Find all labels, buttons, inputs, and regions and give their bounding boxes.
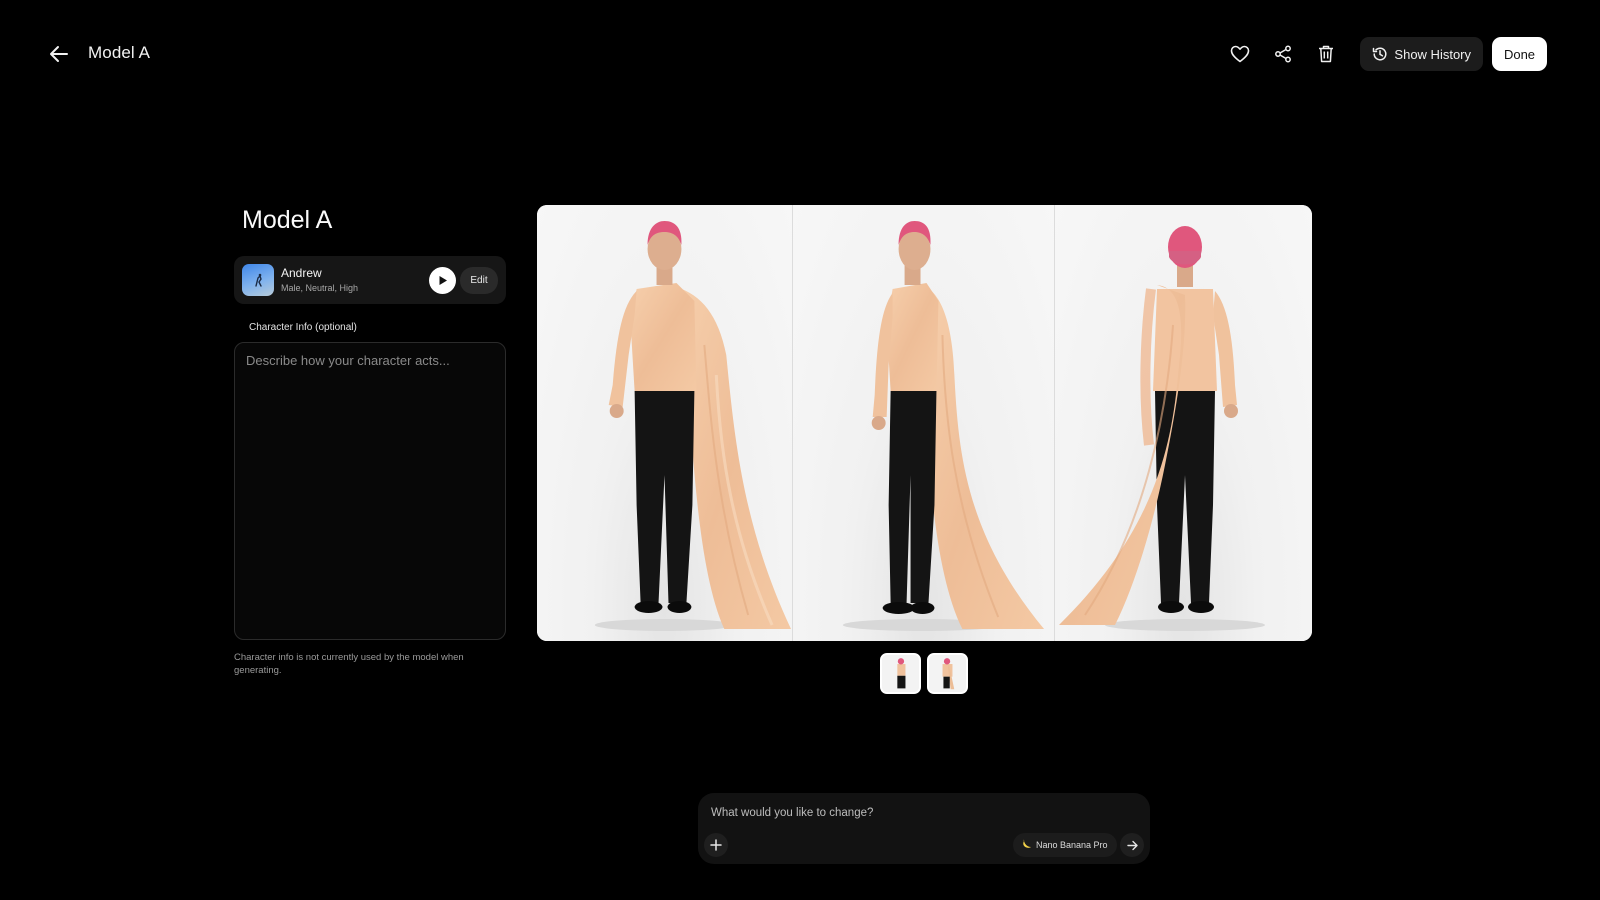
- history-icon: [1373, 47, 1387, 61]
- top-bar: Model A Show History Done: [0, 0, 1600, 108]
- done-button[interactable]: Done: [1492, 37, 1547, 71]
- model-selector[interactable]: Nano Banana Pro: [1013, 833, 1117, 857]
- play-icon: [439, 276, 447, 285]
- prompt-box: Nano Banana Pro: [698, 793, 1150, 864]
- prompt-input[interactable]: [711, 803, 1131, 823]
- thumbnail-2[interactable]: [927, 653, 968, 694]
- favorite-button[interactable]: [1223, 37, 1257, 71]
- delete-button[interactable]: [1309, 37, 1343, 71]
- share-icon: [1275, 45, 1292, 63]
- pose-side-image: [793, 205, 1055, 641]
- voice-avatar: [242, 264, 274, 296]
- character-info-note: Character info is not currently used by …: [234, 652, 464, 676]
- edit-voice-button[interactable]: Edit: [460, 267, 498, 294]
- show-history-button[interactable]: Show History: [1360, 37, 1483, 71]
- model-chip-label: Nano Banana Pro: [1036, 840, 1108, 850]
- heart-icon: [1231, 45, 1250, 63]
- back-button[interactable]: [44, 40, 74, 68]
- page-title: Model A: [88, 43, 151, 62]
- panel-title: Model A: [242, 206, 333, 234]
- trash-icon: [1319, 45, 1334, 63]
- show-history-label: Show History: [1394, 46, 1471, 62]
- pose-back-image: [1055, 205, 1312, 641]
- voice-meta: Male, Neutral, High: [281, 283, 359, 293]
- voice-name: Andrew: [281, 266, 322, 280]
- add-attachment-button[interactable]: [704, 833, 728, 857]
- character-preview[interactable]: [537, 205, 1312, 641]
- character-info-field[interactable]: [234, 342, 506, 640]
- voice-card: Andrew Male, Neutral, High Edit: [234, 256, 506, 304]
- arrow-left-icon: [50, 46, 68, 62]
- banana-icon: [1022, 839, 1032, 851]
- pose-front-image: [537, 205, 793, 641]
- character-info-label: Character Info (optional): [249, 322, 357, 333]
- header-actions: Show History Done: [1223, 36, 1547, 72]
- play-voice-button[interactable]: [429, 267, 456, 294]
- share-button[interactable]: [1266, 37, 1300, 71]
- arrow-right-icon: [1126, 840, 1138, 850]
- plus-icon: [710, 839, 722, 851]
- send-button[interactable]: [1120, 833, 1144, 857]
- thumbnail-strip: [880, 653, 968, 694]
- thumbnail-1[interactable]: [880, 653, 921, 694]
